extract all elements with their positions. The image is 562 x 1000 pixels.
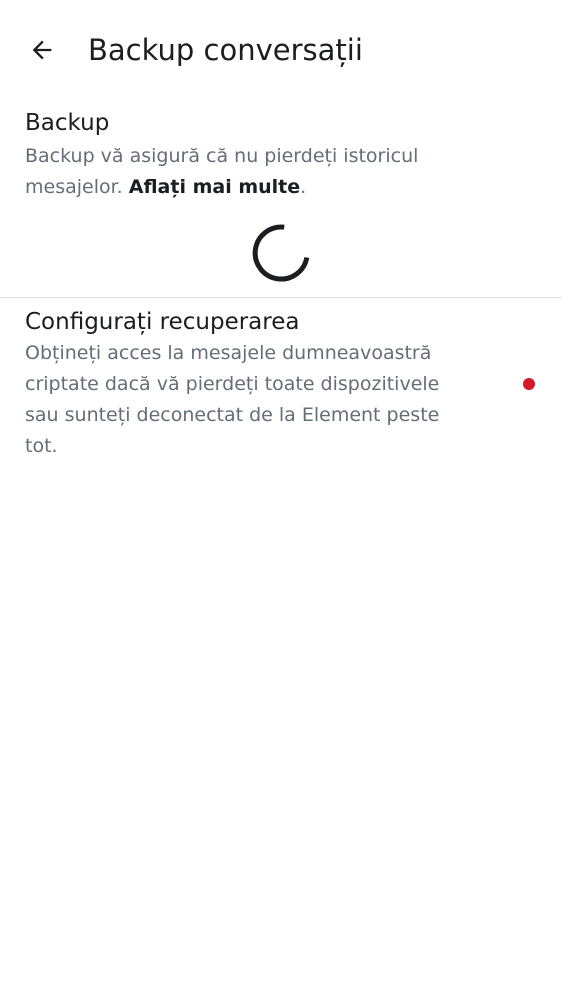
backup-description-suffix: .: [300, 176, 307, 198]
alert-dot-icon: [523, 378, 535, 390]
backup-description: Backup vă asigură că nu pierdeți istoric…: [25, 141, 505, 203]
backup-title: Backup: [25, 110, 110, 136]
setup-recovery-item[interactable]: Configurați recuperarea Obțineți acces l…: [0, 298, 562, 468]
page-title: Backup conversații: [88, 33, 363, 67]
back-button[interactable]: [22, 30, 62, 70]
learn-more-link[interactable]: Aflați mai multe: [129, 176, 300, 198]
loading-spinner-icon: [252, 224, 310, 282]
recovery-title: Configurați recuperarea: [25, 309, 300, 335]
top-app-bar: Backup conversații: [0, 0, 562, 100]
recovery-description: Obțineți acces la mesajele dumneavoastră…: [25, 342, 440, 457]
arrow-left-icon: [32, 40, 52, 60]
backup-section: Backup Backup vă asigură că nu pierdeți …: [0, 104, 562, 296]
